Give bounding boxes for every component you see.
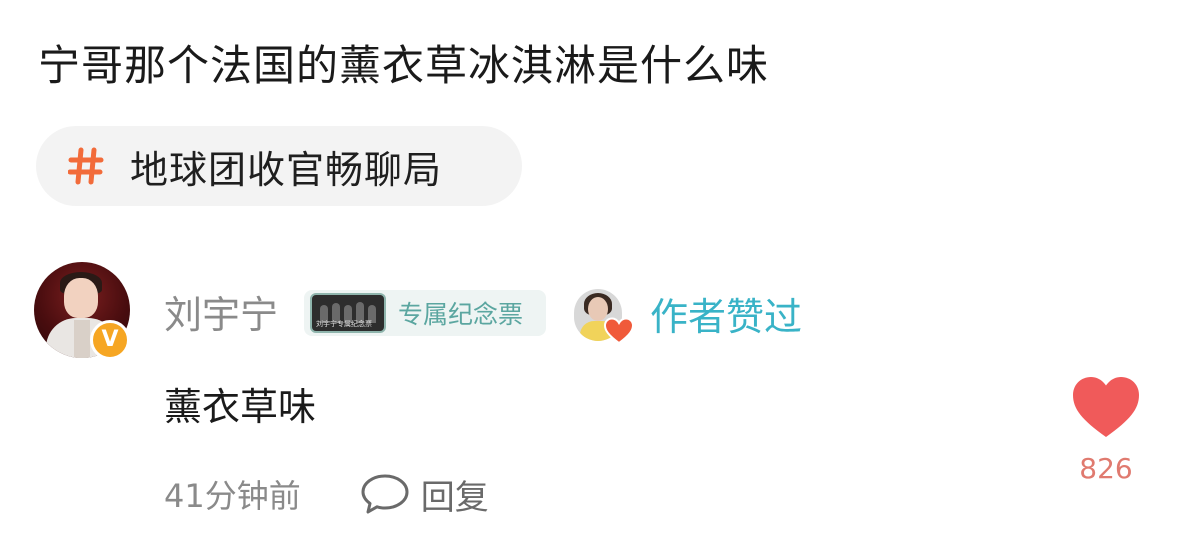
verified-badge-icon: V xyxy=(90,320,130,360)
hashtag-icon xyxy=(66,146,106,186)
commemorative-ticket-badge[interactable]: 刘宇宁专属纪念票 专属纪念票 xyxy=(304,290,546,336)
like-count: 826 xyxy=(1079,452,1133,485)
comment-text: 薰衣草味 xyxy=(164,385,317,429)
post-title[interactable]: 宁哥那个法国的薰衣草冰淇淋是什么味 xyxy=(38,36,769,96)
topic-chip[interactable]: 地球团收官畅聊局 xyxy=(36,126,522,206)
verified-badge-letter: V xyxy=(101,327,119,352)
topic-label: 地球团收官畅聊局 xyxy=(130,147,443,192)
comment-meta: 41分钟前 回复 xyxy=(164,466,489,522)
author-liked-badge: 作者赞过 xyxy=(574,283,802,351)
reply-label: 回复 xyxy=(420,477,489,518)
ticket-thumb-text: 刘宇宁专属纪念票 xyxy=(316,320,372,328)
username[interactable]: 刘宇宁 xyxy=(164,290,278,340)
ticket-thumbnail: 刘宇宁专属纪念票 xyxy=(310,293,386,333)
ticket-badge-label: 专属纪念票 xyxy=(398,300,524,329)
author-liked-label: 作者赞过 xyxy=(650,295,803,339)
speech-bubble-icon xyxy=(361,474,409,514)
timestamp: 41分钟前 xyxy=(164,477,301,515)
heart-icon xyxy=(604,317,634,345)
reply-button[interactable]: 回复 xyxy=(359,470,489,519)
like-heart-icon[interactable] xyxy=(1070,374,1142,440)
comment-detail-page: 宁哥那个法国的薰衣草冰淇淋是什么味 地球团收官畅聊局 V 刘宇宁 刘宇宁专属纪念… xyxy=(0,0,1200,553)
